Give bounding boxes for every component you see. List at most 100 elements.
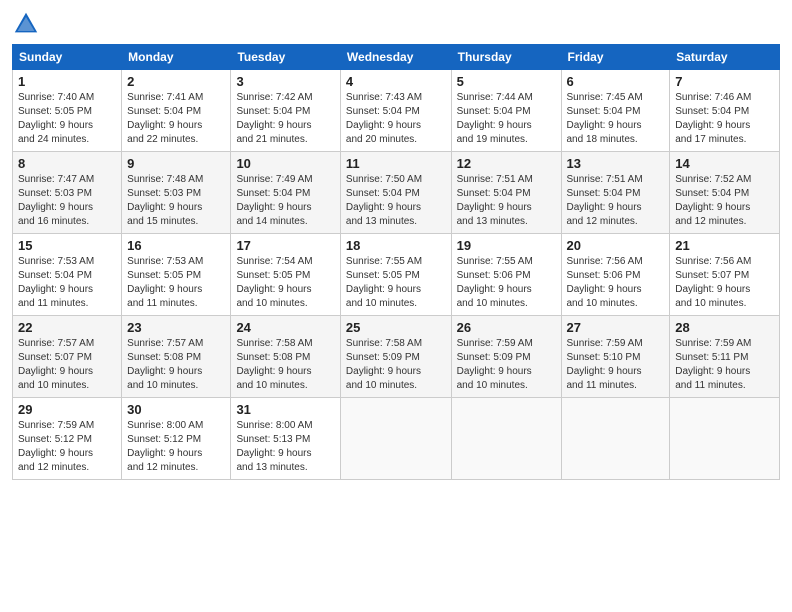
day-number: 4: [346, 74, 446, 89]
day-number: 12: [457, 156, 556, 171]
day-number: 27: [567, 320, 665, 335]
calendar-day-cell: 22 Sunrise: 7:57 AM Sunset: 5:07 PM Dayli…: [13, 316, 122, 398]
day-info: Sunrise: 7:57 AM Sunset: 5:08 PM Dayligh…: [127, 337, 225, 393]
calendar-header-row: SundayMondayTuesdayWednesdayThursdayFrid…: [13, 45, 780, 70]
calendar-day-cell: [340, 398, 451, 480]
day-info: Sunrise: 7:59 AM Sunset: 5:12 PM Dayligh…: [18, 419, 116, 475]
day-number: 21: [675, 238, 774, 253]
day-info: Sunrise: 7:43 AM Sunset: 5:04 PM Dayligh…: [346, 91, 446, 147]
day-number: 20: [567, 238, 665, 253]
calendar-day-cell: 2 Sunrise: 7:41 AM Sunset: 5:04 PM Daylig…: [122, 70, 231, 152]
day-info: Sunrise: 8:00 AM Sunset: 5:13 PM Dayligh…: [236, 419, 334, 475]
weekday-header: Sunday: [13, 45, 122, 70]
calendar-day-cell: 3 Sunrise: 7:42 AM Sunset: 5:04 PM Daylig…: [231, 70, 340, 152]
day-number: 25: [346, 320, 446, 335]
day-info: Sunrise: 7:47 AM Sunset: 5:03 PM Dayligh…: [18, 173, 116, 229]
day-info: Sunrise: 7:48 AM Sunset: 5:03 PM Dayligh…: [127, 173, 225, 229]
day-info: Sunrise: 7:50 AM Sunset: 5:04 PM Dayligh…: [346, 173, 446, 229]
logo: [12, 10, 44, 38]
calendar-day-cell: 26 Sunrise: 7:59 AM Sunset: 5:09 PM Dayli…: [451, 316, 561, 398]
day-info: Sunrise: 7:53 AM Sunset: 5:05 PM Dayligh…: [127, 255, 225, 311]
calendar-day-cell: [561, 398, 670, 480]
day-info: Sunrise: 7:58 AM Sunset: 5:09 PM Dayligh…: [346, 337, 446, 393]
day-info: Sunrise: 8:00 AM Sunset: 5:12 PM Dayligh…: [127, 419, 225, 475]
day-number: 15: [18, 238, 116, 253]
day-info: Sunrise: 7:59 AM Sunset: 5:09 PM Dayligh…: [457, 337, 556, 393]
weekday-header: Saturday: [670, 45, 780, 70]
day-number: 16: [127, 238, 225, 253]
day-info: Sunrise: 7:44 AM Sunset: 5:04 PM Dayligh…: [457, 91, 556, 147]
day-number: 17: [236, 238, 334, 253]
calendar-day-cell: 31 Sunrise: 8:00 AM Sunset: 5:13 PM Dayli…: [231, 398, 340, 480]
day-info: Sunrise: 7:45 AM Sunset: 5:04 PM Dayligh…: [567, 91, 665, 147]
calendar-day-cell: 13Sunrise: 7:51 AM Sunset: 5:04 PM Dayli…: [561, 152, 670, 234]
calendar-day-cell: 8 Sunrise: 7:47 AM Sunset: 5:03 PM Daylig…: [13, 152, 122, 234]
calendar-day-cell: 19 Sunrise: 7:55 AM Sunset: 5:06 PM Dayli…: [451, 234, 561, 316]
calendar-day-cell: 1Sunrise: 7:40 AM Sunset: 5:05 PM Daylig…: [13, 70, 122, 152]
weekday-header: Monday: [122, 45, 231, 70]
calendar-day-cell: 11 Sunrise: 7:50 AM Sunset: 5:04 PM Dayli…: [340, 152, 451, 234]
calendar-day-cell: 23Sunrise: 7:57 AM Sunset: 5:08 PM Dayli…: [122, 316, 231, 398]
calendar-day-cell: 20 Sunrise: 7:56 AM Sunset: 5:06 PM Dayli…: [561, 234, 670, 316]
weekday-header: Thursday: [451, 45, 561, 70]
calendar-day-cell: 7 Sunrise: 7:46 AM Sunset: 5:04 PM Daylig…: [670, 70, 780, 152]
weekday-header: Tuesday: [231, 45, 340, 70]
day-info: Sunrise: 7:42 AM Sunset: 5:04 PM Dayligh…: [236, 91, 334, 147]
day-info: Sunrise: 7:59 AM Sunset: 5:10 PM Dayligh…: [567, 337, 665, 393]
day-info: Sunrise: 7:55 AM Sunset: 5:05 PM Dayligh…: [346, 255, 446, 311]
day-info: Sunrise: 7:53 AM Sunset: 5:04 PM Dayligh…: [18, 255, 116, 311]
day-number: 31: [236, 402, 334, 417]
calendar-week-row: 22 Sunrise: 7:57 AM Sunset: 5:07 PM Dayli…: [13, 316, 780, 398]
calendar-week-row: 8 Sunrise: 7:47 AM Sunset: 5:03 PM Daylig…: [13, 152, 780, 234]
day-number: 14: [675, 156, 774, 171]
calendar-week-row: 29 Sunrise: 7:59 AM Sunset: 5:12 PM Dayli…: [13, 398, 780, 480]
day-number: 6: [567, 74, 665, 89]
day-number: 24: [236, 320, 334, 335]
day-info: Sunrise: 7:56 AM Sunset: 5:07 PM Dayligh…: [675, 255, 774, 311]
day-number: 22: [18, 320, 116, 335]
day-info: Sunrise: 7:40 AM Sunset: 5:05 PM Dayligh…: [18, 91, 116, 147]
day-info: Sunrise: 7:41 AM Sunset: 5:04 PM Dayligh…: [127, 91, 225, 147]
weekday-header: Wednesday: [340, 45, 451, 70]
calendar-day-cell: 27 Sunrise: 7:59 AM Sunset: 5:10 PM Dayli…: [561, 316, 670, 398]
calendar: SundayMondayTuesdayWednesdayThursdayFrid…: [12, 44, 780, 480]
day-number: 29: [18, 402, 116, 417]
day-info: Sunrise: 7:57 AM Sunset: 5:07 PM Dayligh…: [18, 337, 116, 393]
calendar-day-cell: 24 Sunrise: 7:58 AM Sunset: 5:08 PM Dayli…: [231, 316, 340, 398]
day-number: 13: [567, 156, 665, 171]
day-number: 9: [127, 156, 225, 171]
calendar-day-cell: 28Sunrise: 7:59 AM Sunset: 5:11 PM Dayli…: [670, 316, 780, 398]
day-number: 11: [346, 156, 446, 171]
calendar-day-cell: 17 Sunrise: 7:54 AM Sunset: 5:05 PM Dayli…: [231, 234, 340, 316]
day-number: 3: [236, 74, 334, 89]
calendar-day-cell: 12 Sunrise: 7:51 AM Sunset: 5:04 PM Dayli…: [451, 152, 561, 234]
calendar-day-cell: 4 Sunrise: 7:43 AM Sunset: 5:04 PM Daylig…: [340, 70, 451, 152]
calendar-day-cell: [670, 398, 780, 480]
logo-icon: [12, 10, 40, 38]
calendar-day-cell: 6 Sunrise: 7:45 AM Sunset: 5:04 PM Daylig…: [561, 70, 670, 152]
day-info: Sunrise: 7:59 AM Sunset: 5:11 PM Dayligh…: [675, 337, 774, 393]
calendar-day-cell: 25 Sunrise: 7:58 AM Sunset: 5:09 PM Dayli…: [340, 316, 451, 398]
day-number: 2: [127, 74, 225, 89]
calendar-day-cell: 29 Sunrise: 7:59 AM Sunset: 5:12 PM Dayli…: [13, 398, 122, 480]
day-number: 5: [457, 74, 556, 89]
calendar-day-cell: 10Sunrise: 7:49 AM Sunset: 5:04 PM Dayli…: [231, 152, 340, 234]
day-number: 26: [457, 320, 556, 335]
day-info: Sunrise: 7:58 AM Sunset: 5:08 PM Dayligh…: [236, 337, 334, 393]
page-container: SundayMondayTuesdayWednesdayThursdayFrid…: [0, 0, 792, 490]
calendar-day-cell: 5 Sunrise: 7:44 AM Sunset: 5:04 PM Daylig…: [451, 70, 561, 152]
calendar-week-row: 1Sunrise: 7:40 AM Sunset: 5:05 PM Daylig…: [13, 70, 780, 152]
day-number: 7: [675, 74, 774, 89]
day-info: Sunrise: 7:56 AM Sunset: 5:06 PM Dayligh…: [567, 255, 665, 311]
calendar-day-cell: 14Sunrise: 7:52 AM Sunset: 5:04 PM Dayli…: [670, 152, 780, 234]
day-number: 10: [236, 156, 334, 171]
calendar-day-cell: 18Sunrise: 7:55 AM Sunset: 5:05 PM Dayli…: [340, 234, 451, 316]
day-info: Sunrise: 7:55 AM Sunset: 5:06 PM Dayligh…: [457, 255, 556, 311]
day-number: 8: [18, 156, 116, 171]
day-number: 19: [457, 238, 556, 253]
day-info: Sunrise: 7:46 AM Sunset: 5:04 PM Dayligh…: [675, 91, 774, 147]
calendar-day-cell: 21 Sunrise: 7:56 AM Sunset: 5:07 PM Dayli…: [670, 234, 780, 316]
calendar-week-row: 15 Sunrise: 7:53 AM Sunset: 5:04 PM Dayli…: [13, 234, 780, 316]
day-info: Sunrise: 7:51 AM Sunset: 5:04 PM Dayligh…: [457, 173, 556, 229]
day-info: Sunrise: 7:54 AM Sunset: 5:05 PM Dayligh…: [236, 255, 334, 311]
